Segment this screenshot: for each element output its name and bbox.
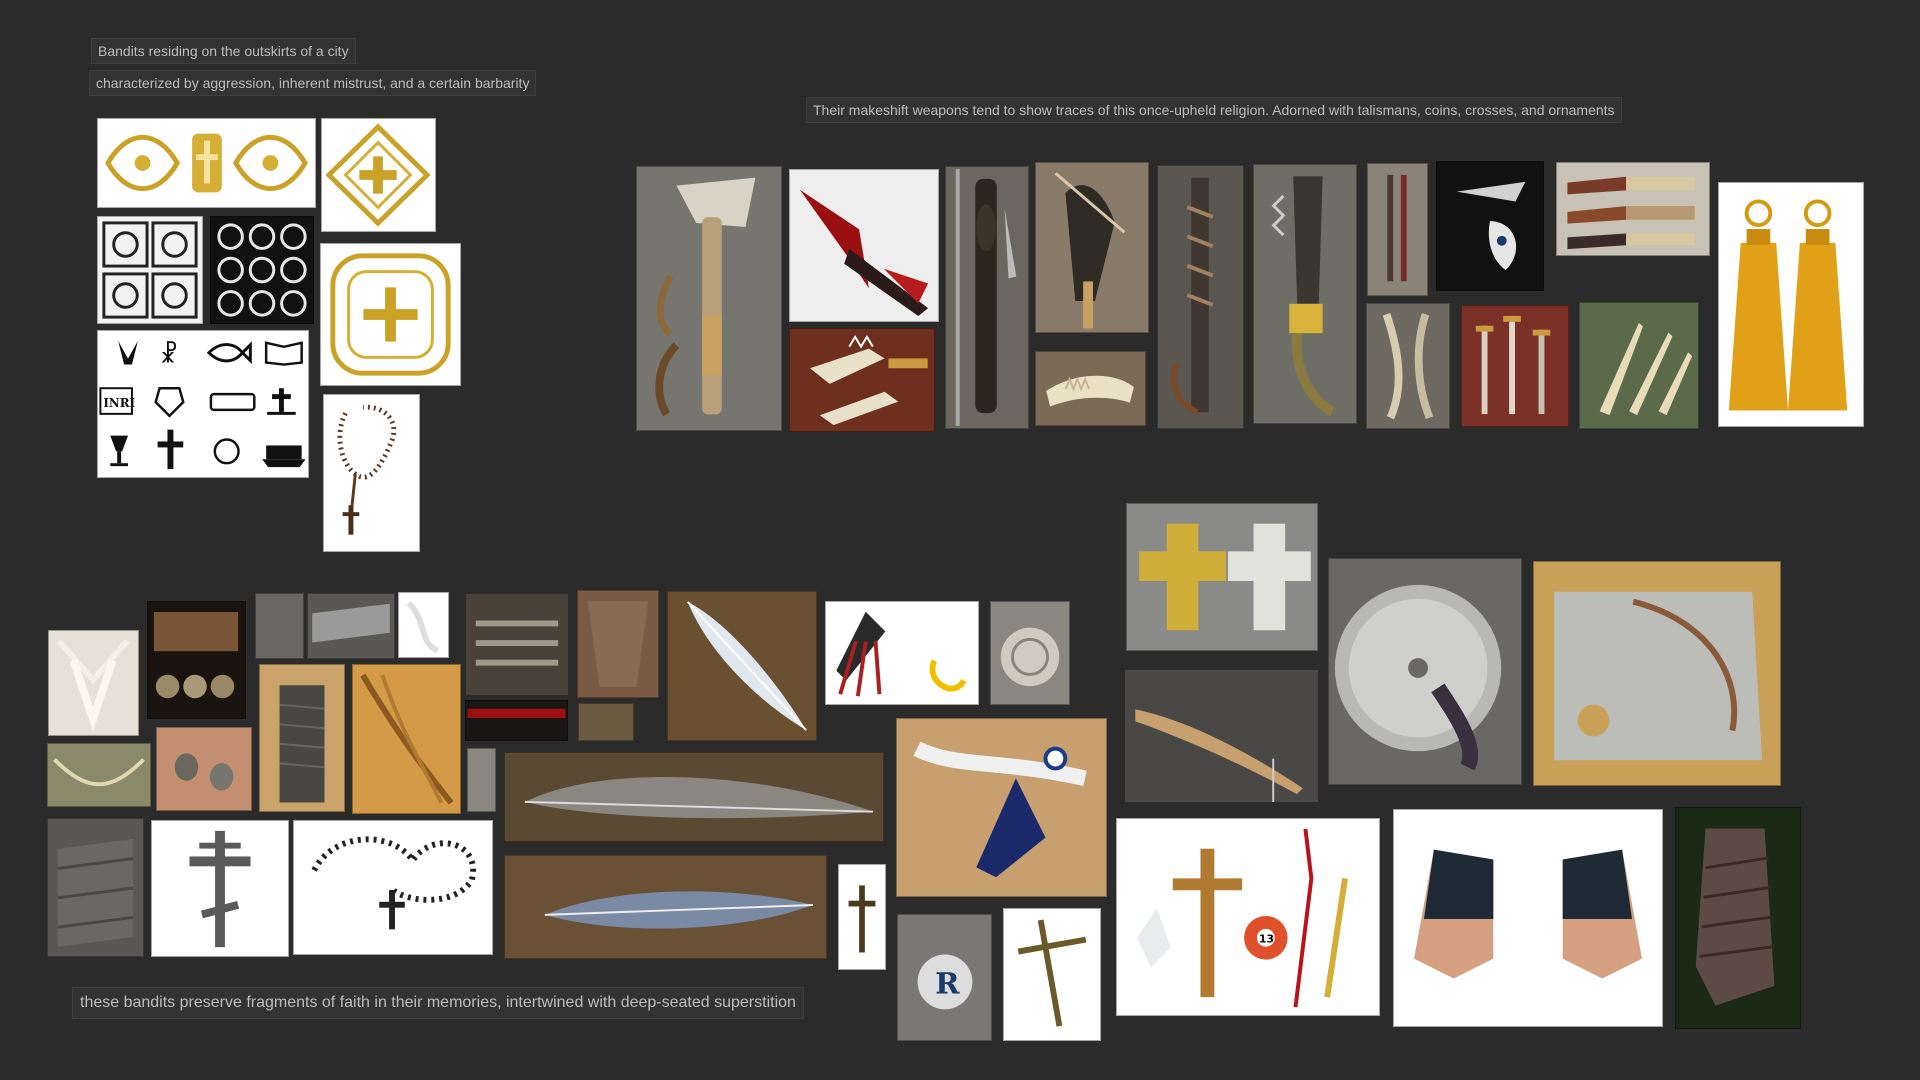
wrapped-fabric-image[interactable] (47, 818, 144, 957)
small-gold-cross-image[interactable] (838, 864, 886, 970)
wrapped-knife-handle-image[interactable] (1035, 162, 1149, 333)
blue-tassel-keychain-image[interactable] (896, 718, 1107, 897)
tile-pattern-image[interactable] (97, 216, 203, 324)
colorful-tassel-charm-image[interactable] (825, 601, 979, 705)
note-makeshift-weapons[interactable]: Their makeshift weapons tend to show tra… (806, 97, 1622, 123)
fingerless-gloves-hands-image[interactable] (1393, 809, 1663, 1027)
twine-close-up-image[interactable] (352, 664, 461, 814)
carved-staff-image[interactable] (945, 166, 1029, 429)
saw-blade-weapon-image[interactable] (1328, 558, 1522, 785)
feathered-axe-image[interactable] (636, 166, 782, 431)
coin-bracelet-image[interactable] (147, 601, 246, 719)
gold-ornament-image[interactable] (97, 118, 316, 208)
bone-hooks-image[interactable] (1366, 303, 1450, 429)
duct-tape-image[interactable] (307, 593, 395, 659)
stone-bead-necklace-image[interactable] (47, 743, 151, 807)
black-rosary-image[interactable] (293, 820, 493, 955)
letter-pendant-image[interactable]: R (897, 914, 992, 1041)
golden-tassels-image[interactable] (1718, 182, 1864, 427)
note-aggression-mistrust[interactable]: characterized by aggression, inherent mi… (89, 70, 537, 96)
rosary-beads-image[interactable] (323, 394, 420, 552)
bead-charm-image[interactable] (578, 703, 634, 741)
brass-cross-image[interactable] (1003, 908, 1101, 1041)
wrapped-wood-post-image[interactable] (259, 664, 345, 812)
saw-tooth-weapon-image[interactable] (1253, 164, 1357, 424)
bone-jaw-blades-image[interactable] (789, 328, 935, 432)
white-cord-image[interactable] (398, 592, 449, 658)
moodboard-canvas: Bandits residing on the outskirts of a c… (0, 0, 1920, 1080)
rope-wrapped-spear-image[interactable] (1157, 165, 1244, 429)
note-bandits-outskirts[interactable]: Bandits residing on the outskirts of a c… (91, 38, 356, 64)
animal-jaw-image[interactable] (1035, 351, 1146, 426)
grey-feather-image[interactable] (504, 752, 884, 842)
blue-grey-feather-image[interactable] (504, 855, 827, 959)
svg-text:☧: ☧ (160, 341, 179, 369)
orthodox-cross-pendant-image[interactable] (151, 820, 289, 957)
black-lattice-pattern-image[interactable] (210, 216, 314, 324)
christian-symbols-sheet-image[interactable]: ☧ INRI (97, 330, 309, 478)
crucifix-charms-image[interactable]: 13 (1116, 818, 1380, 1016)
bandaged-hand-image[interactable] (1675, 807, 1801, 1029)
red-black-cloth-image[interactable] (465, 700, 568, 741)
leather-pouch-image[interactable] (577, 590, 659, 698)
bone-relic-display-image[interactable] (1124, 669, 1319, 803)
ornate-daggers-image[interactable] (1461, 305, 1569, 427)
pendant-letter-label: R (935, 966, 960, 1001)
note-fragments-of-faith[interactable]: these bandits preserve fragments of fait… (72, 987, 804, 1019)
bone-claw-image[interactable] (1579, 302, 1699, 429)
circular-saw-blade-image[interactable] (1533, 561, 1781, 786)
gold-diamond-ornament-image[interactable] (321, 118, 436, 232)
rope-coil-image[interactable] (465, 593, 569, 696)
billiard-ball-number: 13 (1259, 933, 1274, 946)
gold-silver-crosses-image[interactable] (1126, 503, 1318, 651)
small-tool-image[interactable] (467, 748, 496, 812)
silver-coin-pendant-image[interactable] (990, 601, 1070, 705)
inri-label: INRI (103, 396, 135, 410)
bark-texture-image[interactable] (255, 593, 304, 659)
white-feather-image[interactable] (667, 591, 817, 741)
bird-skull-blade-image[interactable] (1436, 161, 1544, 291)
hand-stones-image[interactable] (156, 727, 252, 811)
antler-knives-image[interactable] (1556, 162, 1710, 256)
gold-filigree-frame-image[interactable] (320, 243, 461, 386)
tied-blades-image[interactable] (1367, 163, 1428, 296)
macrame-necklace-image[interactable] (48, 630, 139, 736)
red-feather-blade-image[interactable] (789, 169, 939, 322)
